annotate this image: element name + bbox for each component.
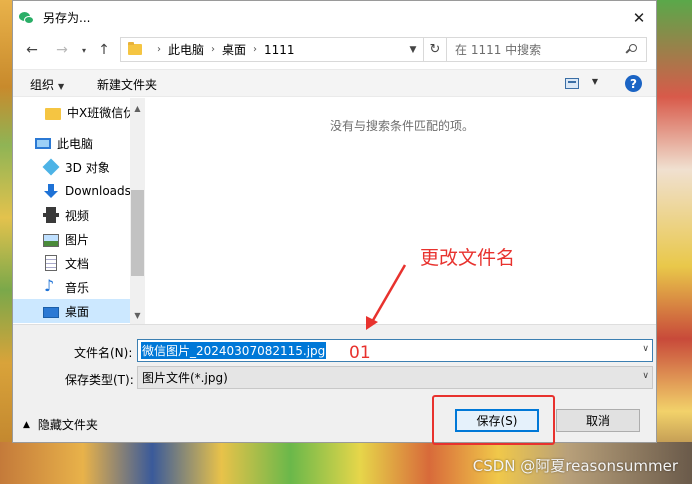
annotation-highlight-box xyxy=(432,395,555,445)
annotation-arrow xyxy=(366,264,407,330)
watermark: CSDN @阿夏reasonsummer xyxy=(472,457,678,475)
annotation-number: 01 xyxy=(349,343,371,363)
